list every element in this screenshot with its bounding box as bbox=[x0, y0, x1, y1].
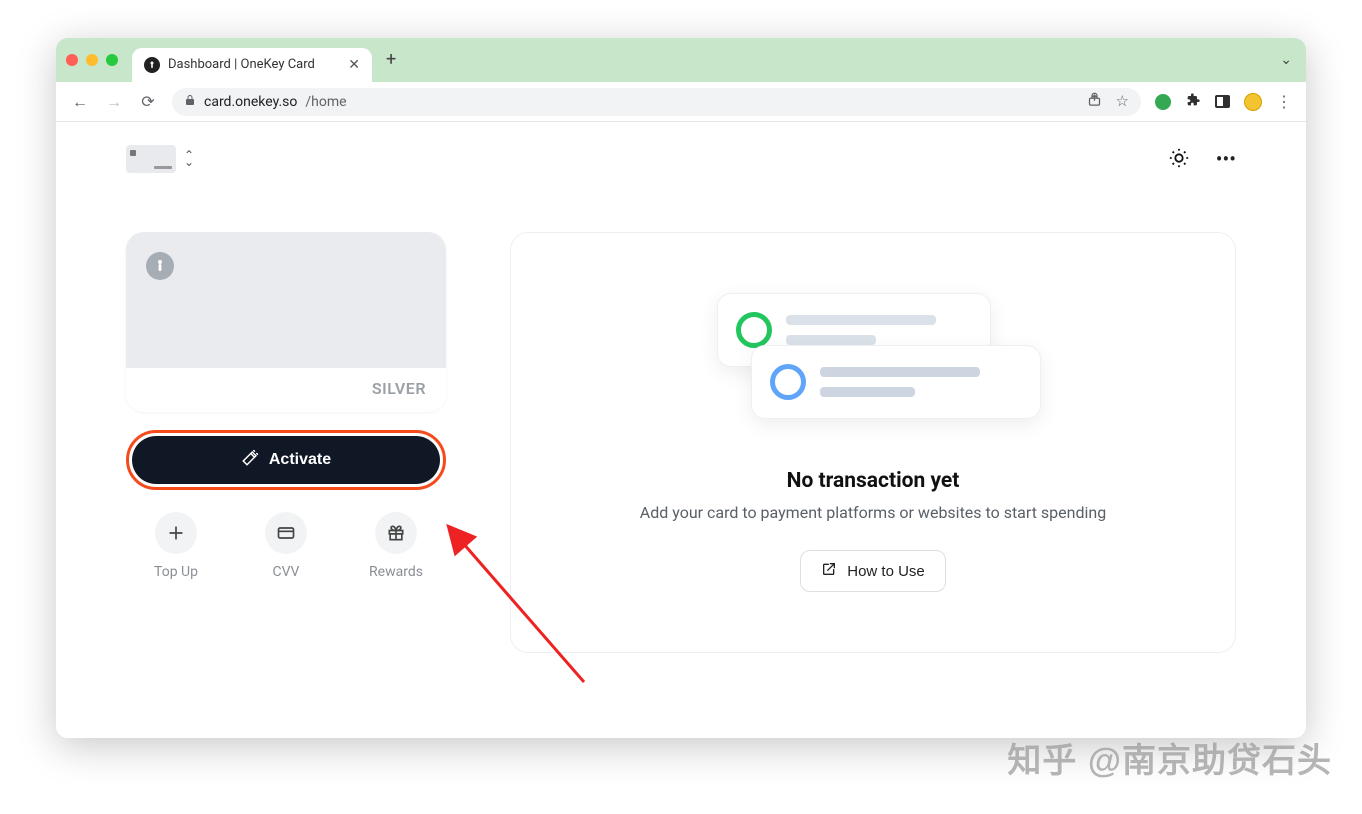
action-cvv[interactable]: CVV bbox=[246, 512, 326, 580]
card-tier-label: SILVER bbox=[372, 379, 426, 398]
page-content: ⌃⌄ ••• SILVER bbox=[56, 122, 1306, 738]
empty-illustration bbox=[713, 293, 1033, 443]
window-controls bbox=[66, 54, 118, 66]
transactions-panel: No transaction yet Add your card to paym… bbox=[510, 232, 1236, 653]
browser-menu-icon[interactable]: ⋮ bbox=[1276, 94, 1292, 110]
url-host: card.onekey.so bbox=[204, 94, 297, 110]
share-icon[interactable] bbox=[1087, 92, 1102, 111]
mini-card-icon bbox=[126, 145, 176, 173]
action-rewards[interactable]: Rewards bbox=[356, 512, 436, 580]
tabs-dropdown-icon[interactable]: ⌄ bbox=[1280, 52, 1292, 68]
side-panel-icon[interactable] bbox=[1215, 95, 1230, 108]
watermark: 知乎 @南京助贷石头 bbox=[1007, 733, 1332, 782]
window-close[interactable] bbox=[66, 54, 78, 66]
magic-wand-icon bbox=[241, 449, 259, 472]
profile-avatar-icon[interactable] bbox=[1244, 93, 1262, 111]
lock-icon bbox=[184, 94, 196, 109]
card-icon bbox=[265, 512, 307, 554]
gift-icon bbox=[375, 512, 417, 554]
action-topup[interactable]: Top Up bbox=[136, 512, 216, 580]
action-topup-label: Top Up bbox=[154, 564, 198, 580]
empty-subtitle: Add your card to payment platforms or we… bbox=[640, 503, 1106, 522]
nav-reload-icon[interactable]: ⟳ bbox=[138, 92, 158, 111]
tab-close-icon[interactable]: ✕ bbox=[348, 58, 360, 72]
browser-toolbar: ← → ⟳ card.onekey.so/home ☆ ⋮ bbox=[56, 82, 1306, 122]
switcher-chevron-icon: ⌃⌄ bbox=[184, 152, 194, 166]
tab-strip: Dashboard | OneKey Card ✕ + ⌄ bbox=[56, 38, 1306, 82]
activate-label: Activate bbox=[269, 451, 331, 469]
extensions-icon[interactable] bbox=[1185, 92, 1201, 112]
window-minimize[interactable] bbox=[86, 54, 98, 66]
card-switcher[interactable]: ⌃⌄ bbox=[126, 145, 194, 173]
action-rewards-label: Rewards bbox=[369, 564, 423, 580]
card-actions: Top Up CVV Rewards bbox=[126, 512, 446, 580]
browser-tab[interactable]: Dashboard | OneKey Card ✕ bbox=[132, 48, 372, 82]
plus-icon bbox=[155, 512, 197, 554]
nav-forward-icon[interactable]: → bbox=[104, 92, 124, 112]
extension-onekey-icon[interactable] bbox=[1155, 94, 1171, 110]
new-tab-button[interactable]: + bbox=[386, 51, 396, 69]
action-cvv-label: CVV bbox=[273, 564, 300, 580]
extensions-area: ⋮ bbox=[1155, 92, 1292, 112]
theme-toggle-icon[interactable] bbox=[1168, 147, 1190, 172]
how-to-use-label: How to Use bbox=[847, 563, 925, 580]
app-header: ⌃⌄ ••• bbox=[56, 122, 1306, 196]
url-path: /home bbox=[305, 94, 346, 110]
activate-button[interactable]: Activate bbox=[132, 436, 440, 484]
external-link-icon bbox=[821, 561, 837, 581]
bookmark-star-icon[interactable]: ☆ bbox=[1116, 92, 1129, 111]
window-maximize[interactable] bbox=[106, 54, 118, 66]
card-logo-icon bbox=[146, 252, 174, 280]
address-bar[interactable]: card.onekey.so/home ☆ bbox=[172, 88, 1141, 116]
tab-favicon-icon bbox=[144, 57, 160, 73]
nav-back-icon[interactable]: ← bbox=[70, 92, 90, 112]
activate-highlight: Activate bbox=[126, 430, 446, 490]
how-to-use-button[interactable]: How to Use bbox=[800, 550, 946, 592]
card-visual: SILVER bbox=[126, 232, 446, 412]
tab-title: Dashboard | OneKey Card bbox=[168, 57, 315, 72]
more-menu-icon[interactable]: ••• bbox=[1216, 149, 1236, 169]
empty-title: No transaction yet bbox=[787, 469, 960, 493]
browser-window: Dashboard | OneKey Card ✕ + ⌄ ← → ⟳ card… bbox=[56, 38, 1306, 738]
